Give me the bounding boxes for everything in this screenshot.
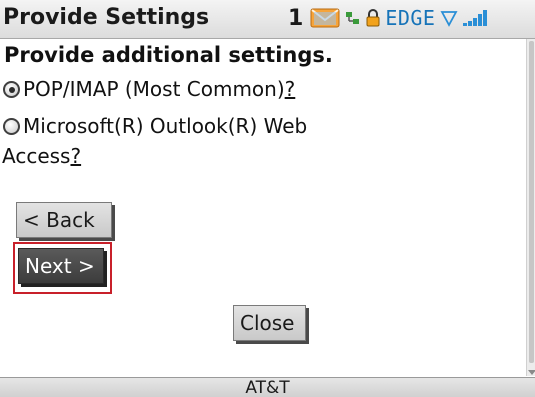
- radio-outlook-web-access[interactable]: [3, 118, 20, 135]
- lock-icon: [366, 9, 380, 27]
- wifi-icon: [440, 9, 458, 27]
- screen: Provide Settings 1 EDGE Provide addition…: [0, 0, 535, 397]
- option-outlook-label-line2: Access: [2, 144, 71, 168]
- scroll-thumb[interactable]: [529, 41, 534, 363]
- screen-title: Provide Settings: [3, 5, 210, 30]
- network-type: EDGE: [385, 6, 436, 30]
- message-count: 1: [288, 5, 304, 31]
- envelope-icon: [310, 7, 340, 29]
- signal-bars-icon: [463, 9, 489, 27]
- carrier-bar: AT&T: [0, 377, 535, 397]
- close-button[interactable]: Close: [233, 305, 306, 341]
- radio-pop-imap[interactable]: [3, 81, 20, 98]
- option-pop-imap-label: POP/IMAP (Most Common): [23, 77, 285, 101]
- next-button[interactable]: Next >: [18, 248, 104, 284]
- option-outlook-label-line2-wrap: Access?: [2, 141, 307, 171]
- title-bar: Provide Settings 1 EDGE: [0, 0, 535, 39]
- help-link-pop-imap[interactable]: ?: [285, 77, 296, 101]
- back-button[interactable]: < Back: [16, 202, 112, 238]
- status-indicators: 1 EDGE: [288, 4, 489, 32]
- help-link-outlook[interactable]: ?: [70, 144, 81, 168]
- form-heading: Provide additional settings.: [4, 43, 333, 67]
- carrier-name: AT&T: [245, 378, 290, 397]
- data-transfer-icon: [345, 11, 361, 25]
- option-outlook-label-line1: Microsoft(R) Outlook(R) Web: [23, 114, 308, 138]
- scrollbar[interactable]: [526, 39, 535, 376]
- option-outlook-web-access[interactable]: Microsoft(R) Outlook(R) Web Access?: [2, 111, 308, 171]
- scroll-down-arrow-icon: [528, 370, 535, 375]
- option-pop-imap[interactable]: POP/IMAP (Most Common)?: [3, 74, 295, 104]
